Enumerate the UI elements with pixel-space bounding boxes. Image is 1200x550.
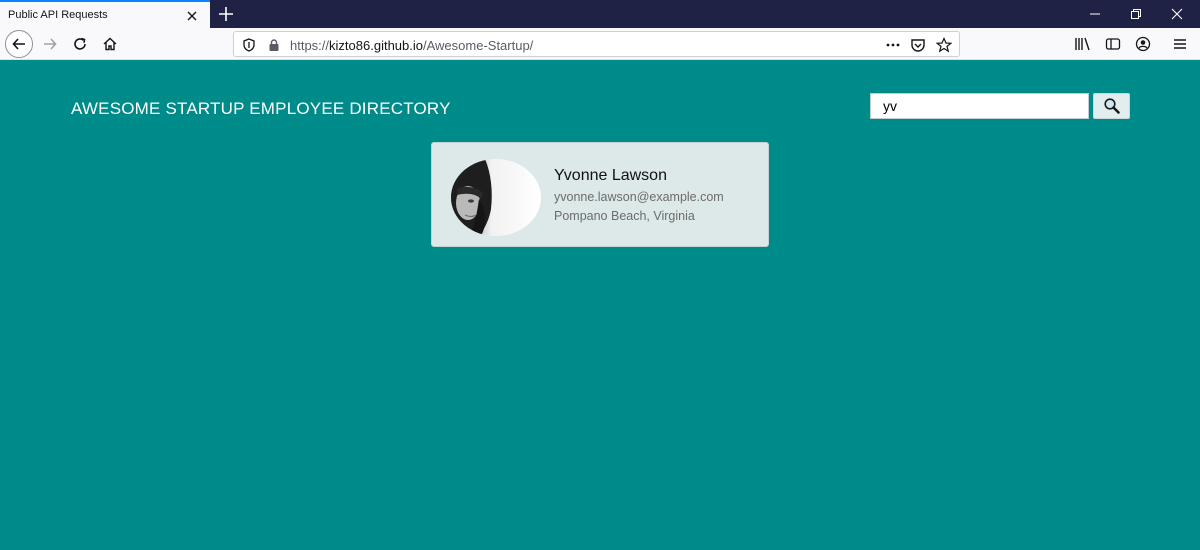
url-bar[interactable]: https://kizto86.github.io/Awesome-Startu… (233, 31, 960, 57)
tab-title: Public API Requests (8, 9, 108, 21)
url-host: kizto86.github.io (329, 38, 423, 53)
url-prefix: https:// (290, 38, 330, 53)
arrow-left-icon (12, 38, 25, 50)
sidebar-button[interactable] (1099, 30, 1127, 58)
browser-tab[interactable]: Public API Requests (0, 0, 210, 28)
hamburger-menu-icon (1174, 39, 1186, 49)
sidebar-icon (1105, 38, 1121, 50)
employee-name: Yvonne Lawson (554, 167, 667, 184)
close-window-icon[interactable] (1169, 6, 1185, 22)
home-button[interactable] (96, 30, 124, 58)
search-input[interactable] (870, 93, 1089, 119)
pocket-icon[interactable] (909, 36, 927, 54)
employee-card[interactable]: Yvonne Lawson yvonne.lawson@example.com … (431, 142, 769, 247)
browser-navbar: https://kizto86.github.io/Awesome-Startu… (0, 28, 1200, 60)
restore-icon[interactable] (1128, 6, 1144, 22)
magnifier-icon (1103, 98, 1120, 114)
arrow-right-icon (44, 38, 57, 50)
more-horizontal-icon[interactable] (884, 36, 902, 54)
bookmark-star-icon[interactable] (935, 36, 953, 54)
back-button[interactable] (5, 30, 33, 58)
account-icon (1135, 36, 1151, 52)
url-text[interactable]: https://kizto86.github.io/Awesome-Startu… (290, 38, 533, 53)
lock-icon[interactable] (265, 36, 283, 54)
forward-button[interactable] (36, 30, 64, 58)
library-button[interactable] (1069, 30, 1097, 58)
library-icon (1075, 37, 1090, 51)
page-title: AWESOME STARTUP EMPLOYEE DIRECTORY (71, 99, 451, 118)
home-icon (103, 37, 117, 51)
url-path: /Awesome-Startup/ (422, 38, 534, 53)
reload-button[interactable] (66, 30, 94, 58)
reload-icon (74, 37, 86, 50)
shield-icon[interactable] (240, 36, 258, 54)
new-tab-icon[interactable] (216, 4, 236, 24)
tab-close-icon[interactable] (184, 8, 200, 24)
browser-tab-strip: Public API Requests (0, 0, 1200, 28)
employee-email: yvonne.lawson@example.com (554, 190, 724, 204)
minimize-icon[interactable] (1087, 6, 1103, 22)
search-button[interactable] (1093, 93, 1130, 119)
employee-avatar (451, 159, 541, 236)
account-button[interactable] (1129, 30, 1157, 58)
menu-button[interactable] (1166, 30, 1194, 58)
employee-location: Pompano Beach, Virginia (554, 209, 695, 223)
employee-photo (451, 159, 541, 236)
